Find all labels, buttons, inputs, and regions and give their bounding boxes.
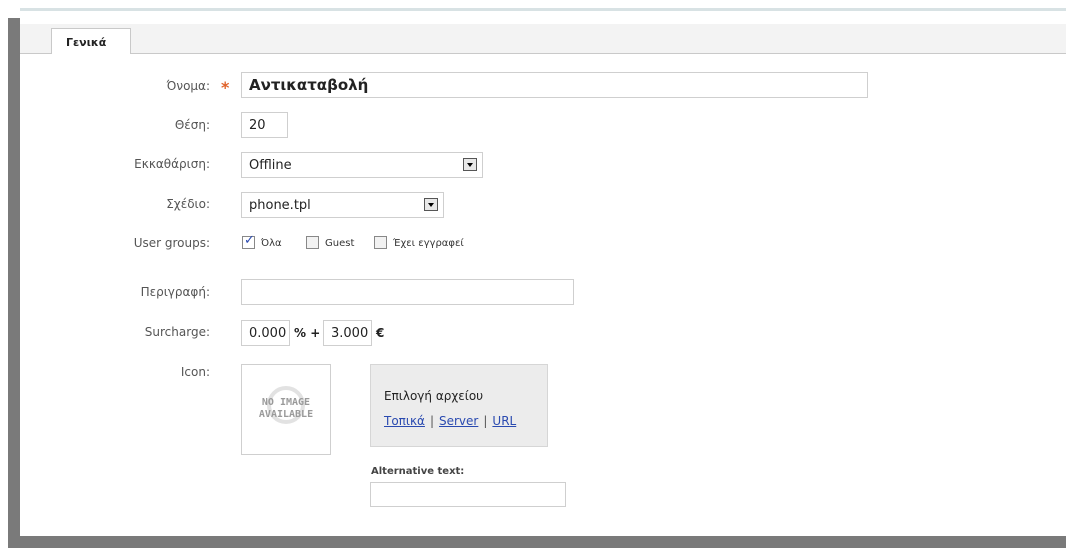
file-select-box: Επιλογή αρχείου Τοπικά | Server | URL (370, 364, 548, 447)
alt-text-input[interactable] (370, 482, 566, 507)
checkbox-guest[interactable] (306, 236, 319, 249)
template-select-value: phone.tpl (249, 198, 311, 213)
no-image-line1: NO IMAGE (261, 397, 311, 408)
currency-label: € (376, 326, 385, 340)
no-image-text: NO IMAGE AVAILABLE (242, 397, 330, 421)
position-label: Θέση: (174, 118, 210, 132)
user-groups-label: User groups: (133, 236, 210, 250)
processor-select-value: Offline (249, 158, 292, 173)
surcharge-label: Surcharge: (144, 325, 210, 339)
checkbox-all[interactable] (242, 233, 255, 249)
template-select[interactable]: phone.tpl (241, 192, 444, 218)
left-frame (8, 18, 20, 548)
no-image-line2: AVAILABLE (258, 409, 314, 420)
template-label: Σχέδιο: (166, 197, 210, 211)
url-file-link[interactable]: URL (492, 414, 516, 428)
percent-plus-label: % + (294, 326, 321, 340)
local-file-link[interactable]: Τοπικά (384, 414, 425, 428)
icon-label: Icon: (180, 365, 210, 379)
checkbox-registered[interactable] (374, 236, 387, 249)
server-file-link[interactable]: Server (439, 414, 478, 428)
file-source-links: Τοπικά | Server | URL (384, 414, 517, 428)
description-input[interactable] (241, 279, 574, 305)
icon-preview: NO IMAGE AVAILABLE (241, 364, 331, 455)
name-input[interactable]: Αντικαταβολή (241, 72, 868, 98)
position-input[interactable]: 20 (241, 112, 288, 138)
processor-label: Εκκαθάριση: (134, 157, 210, 171)
description-label: Περιγραφή: (140, 285, 210, 299)
checkbox-all-label: Όλα (261, 238, 282, 249)
alt-text-label: Alternative text: (371, 466, 465, 477)
surcharge-fixed-input[interactable]: 3.000 (323, 320, 372, 346)
chevron-down-icon[interactable] (463, 158, 477, 171)
chevron-down-icon[interactable] (424, 198, 438, 211)
tab-general[interactable]: Γενικά (51, 28, 131, 54)
surcharge-percent-input[interactable]: 0.000 (241, 320, 290, 346)
file-select-title: Επιλογή αρχείου (384, 389, 484, 403)
processor-select[interactable]: Offline (241, 152, 483, 178)
bottom-frame (8, 536, 1066, 548)
name-label: Όνομα: (166, 79, 210, 93)
checkbox-guest-label: Guest (325, 238, 355, 249)
tab-bar (20, 24, 1066, 54)
required-mark: * (221, 78, 230, 97)
checkbox-registered-label: Έχει εγγραφεί (393, 238, 464, 249)
